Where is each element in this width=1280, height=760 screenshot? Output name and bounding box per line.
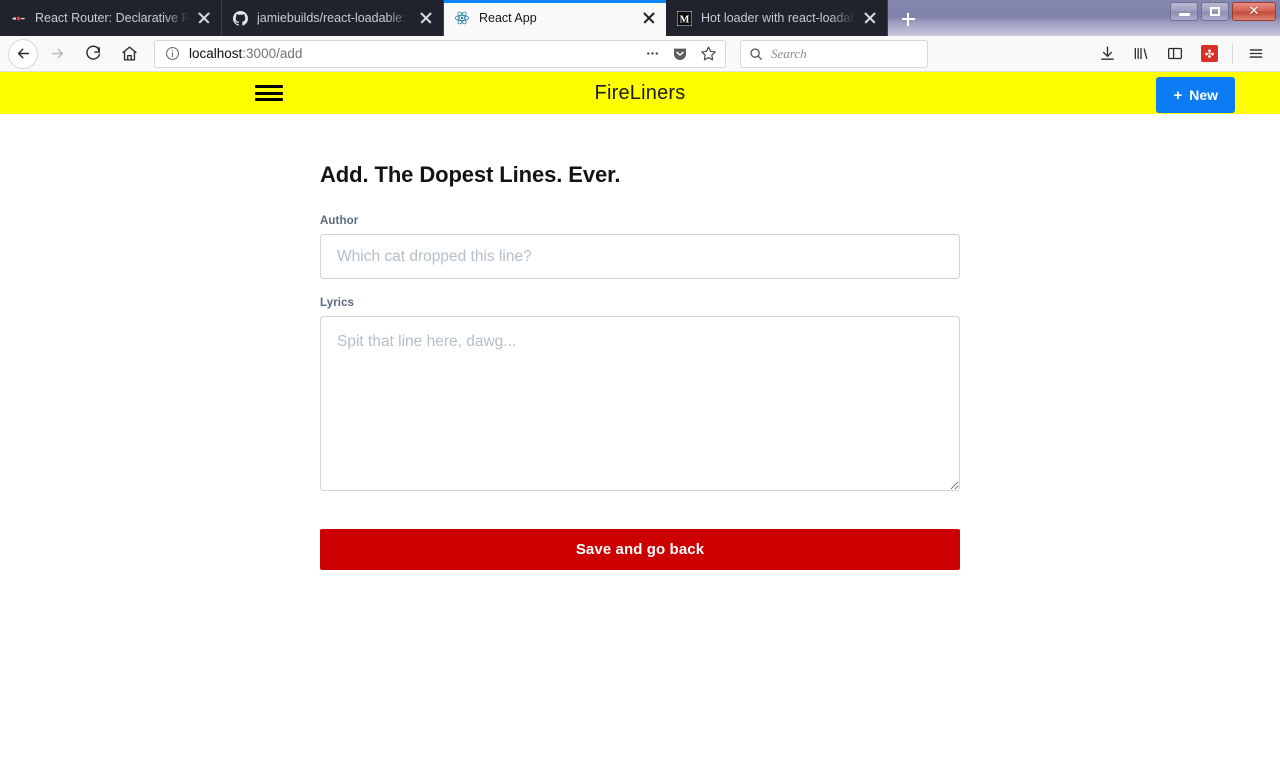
back-button[interactable] <box>8 38 38 69</box>
reload-button[interactable] <box>76 39 110 69</box>
url-text: localhost:3000/add <box>189 46 639 61</box>
save-and-go-back-button[interactable]: Save and go back <box>320 529 960 570</box>
close-window-button[interactable]: ✕ <box>1232 2 1276 21</box>
page-title: Add. The Dopest Lines. Ever. <box>320 162 621 187</box>
plus-icon: + <box>1173 86 1183 104</box>
react-icon <box>454 10 470 26</box>
url-host: localhost <box>189 46 243 61</box>
author-input[interactable] <box>320 234 960 279</box>
bookmark-star-icon[interactable] <box>695 42 721 66</box>
close-icon[interactable] <box>640 9 658 27</box>
app-menu-icon[interactable] <box>255 82 283 104</box>
extension-badge <box>1200 45 1218 62</box>
tab-title: jamiebuilds/react-loadable: A h <box>257 11 411 25</box>
browser-tab[interactable]: React Router: Declarative Routi <box>0 0 222 36</box>
app-title: FireLiners <box>594 81 686 104</box>
menu-line <box>255 91 283 95</box>
menu-line <box>255 85 283 88</box>
new-tab-button[interactable] <box>888 2 928 36</box>
toolbar-divider <box>1232 43 1233 64</box>
search-placeholder: Search <box>771 45 807 61</box>
browser-tab[interactable]: M Hot loader with react-loadable <box>666 0 888 36</box>
react-router-icon <box>10 10 26 26</box>
url-actions <box>639 42 721 66</box>
medium-icon: M <box>676 10 692 26</box>
toolbar-right-icons <box>1091 39 1272 69</box>
tab-strip: React Router: Declarative Routi jamiebui… <box>0 0 928 36</box>
app-header: FireLiners + New <box>0 72 1280 114</box>
star-icon <box>700 46 716 61</box>
reload-icon <box>85 45 100 60</box>
page-actions-icon[interactable] <box>639 42 665 66</box>
sidebar-icon[interactable] <box>1159 39 1191 69</box>
search-bar[interactable]: Search <box>740 39 928 68</box>
arrow-right-icon <box>51 48 63 59</box>
url-bar[interactable]: localhost:3000/add <box>154 39 726 68</box>
add-line-form: Add. The Dopest Lines. Ever. Author Lyri… <box>320 114 960 570</box>
browser-toolbar: localhost:3000/add Search <box>0 36 1280 72</box>
close-icon[interactable] <box>417 9 435 27</box>
extension-icon[interactable] <box>1193 39 1225 69</box>
browser-tab-active[interactable]: React App <box>444 0 666 36</box>
lyrics-textarea[interactable] <box>320 316 960 491</box>
maximize-button[interactable] <box>1201 2 1229 21</box>
arrow-left-icon <box>17 48 29 59</box>
author-field-group: Author <box>320 215 960 279</box>
browser-window-chrome: React Router: Declarative Routi jamiebui… <box>0 0 1280 36</box>
search-icon <box>750 47 762 60</box>
forward-button[interactable] <box>40 39 74 69</box>
page-viewport: FireLiners + New Add. The Dopest Lines. … <box>0 72 1280 760</box>
minimize-button[interactable] <box>1170 2 1198 21</box>
hamburger-menu-icon[interactable] <box>1240 39 1272 69</box>
lyrics-field-group: Lyrics <box>320 297 960 491</box>
menu-line <box>255 98 283 101</box>
author-label: Author <box>320 215 359 227</box>
new-button[interactable]: + New <box>1156 77 1235 113</box>
tab-title: React App <box>479 11 537 25</box>
browser-tab[interactable]: jamiebuilds/react-loadable: A h <box>222 0 444 36</box>
close-icon: ✕ <box>1248 4 1260 19</box>
svg-text:M: M <box>679 14 689 25</box>
home-button[interactable] <box>112 39 146 69</box>
ellipsis-icon <box>646 52 658 55</box>
pocket-shield-icon <box>674 48 686 60</box>
close-icon[interactable] <box>195 9 213 27</box>
url-path: :3000/add <box>242 46 303 61</box>
github-icon <box>232 10 248 26</box>
close-icon[interactable] <box>861 9 879 27</box>
downloads-icon[interactable] <box>1091 39 1123 69</box>
lyrics-label: Lyrics <box>320 297 355 309</box>
home-icon <box>121 46 137 61</box>
library-icon[interactable] <box>1125 39 1157 69</box>
window-controls: ✕ <box>1170 2 1276 21</box>
site-info-icon[interactable] <box>163 46 181 61</box>
pocket-icon[interactable] <box>667 42 693 66</box>
tab-title: React Router: Declarative Routi <box>35 11 189 25</box>
tab-title: Hot loader with react-loadable <box>701 11 855 25</box>
new-button-label: New <box>1189 87 1218 103</box>
